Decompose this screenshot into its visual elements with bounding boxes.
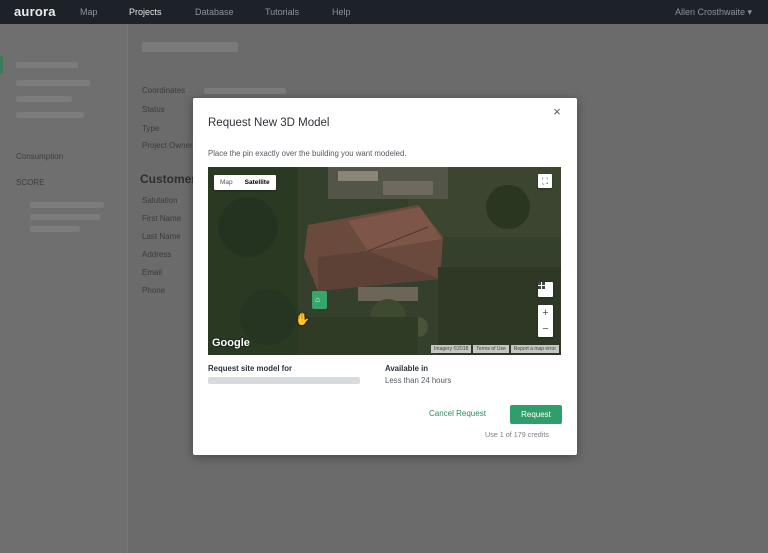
attribution-imagery: Imagery ©2018 (431, 345, 472, 353)
request-button[interactable]: Request (510, 405, 562, 424)
site-address (208, 377, 360, 384)
attribution-terms[interactable]: Terms of Use (473, 345, 509, 353)
satellite-imagery (208, 167, 561, 355)
field-label-email: Email (142, 268, 163, 277)
top-nav: aurora Map Projects Database Tutorials H… (0, 0, 768, 24)
available-value: Less than 24 hours (385, 376, 452, 385)
section-title-customer: Customer (140, 172, 197, 186)
map-attribution: Imagery ©2018 Terms of Use Report a map … (431, 345, 559, 353)
project-title (142, 42, 238, 52)
credits-note: Use 1 of 179 credits (485, 430, 549, 439)
sidebar-active-indicator (0, 56, 3, 74)
nav-link-tutorials[interactable]: Tutorials (265, 7, 299, 17)
sidebar-item[interactable]: SCORE (16, 178, 44, 187)
field-label-owner: Project Owner (142, 141, 193, 150)
map-type-toggle: Map Satellite (214, 175, 276, 190)
map-type-satellite[interactable]: Satellite (239, 175, 276, 190)
close-icon[interactable]: × (550, 105, 564, 119)
request-model-dialog: Request New 3D Model × Place the pin exa… (193, 98, 577, 455)
field-label-salutation: Salutation (142, 196, 178, 205)
field-label-phone: Phone (142, 286, 166, 295)
satellite-map[interactable]: Map Satellite ⛶ + − ⌂ ✋ Google Imagery ©… (208, 167, 561, 355)
logo[interactable]: aurora (14, 4, 56, 19)
nav-link-projects[interactable]: Projects (129, 7, 162, 17)
zoom-control: + − (538, 305, 553, 337)
sidebar-blurred-text (16, 96, 72, 102)
field-label-type: Type (142, 124, 160, 133)
sidebar-blurred-text (30, 226, 80, 232)
user-menu[interactable]: Allen Crosthwaite ▾ (675, 7, 752, 18)
zoom-out-button[interactable]: − (538, 321, 553, 337)
sidebar-blurred-text (30, 202, 104, 208)
map-pin[interactable]: ⌂ (312, 291, 327, 309)
sidebar-blurred-text (30, 214, 100, 220)
sidebar-blurred-text (16, 112, 84, 118)
google-logo: Google (212, 337, 250, 349)
map-type-map[interactable]: Map (214, 175, 239, 190)
coordinates-value (204, 88, 286, 94)
grid-icon[interactable] (538, 282, 553, 297)
cancel-request-button[interactable]: Cancel Request (429, 409, 486, 418)
available-label: Available in (385, 364, 429, 373)
hand-cursor-icon: ✋ (295, 312, 310, 326)
field-label-first-name: First Name (142, 214, 182, 223)
nav-link-help[interactable]: Help (332, 7, 351, 17)
field-label-coordinates: Coordinates (142, 86, 186, 95)
sidebar-blurred-text (16, 80, 90, 86)
sidebar-blurred-text (16, 62, 78, 68)
sidebar-heading: Consumption (16, 152, 64, 161)
request-site-label: Request site model for (208, 364, 293, 373)
sidebar: Consumption SCORE (0, 24, 128, 553)
dialog-instruction: Place the pin exactly over the building … (208, 149, 407, 158)
dialog-title: Request New 3D Model (208, 117, 330, 129)
nav-link-database[interactable]: Database (195, 7, 234, 17)
home-icon: ⌂ (315, 295, 320, 304)
field-label-last-name: Last Name (142, 232, 181, 241)
attribution-report[interactable]: Report a map error (510, 345, 559, 353)
fullscreen-icon[interactable]: ⛶ (538, 174, 552, 188)
field-label-status: Status (142, 105, 165, 114)
field-label-address: Address (142, 250, 172, 259)
nav-link-map[interactable]: Map (80, 7, 98, 17)
zoom-in-button[interactable]: + (538, 305, 553, 321)
